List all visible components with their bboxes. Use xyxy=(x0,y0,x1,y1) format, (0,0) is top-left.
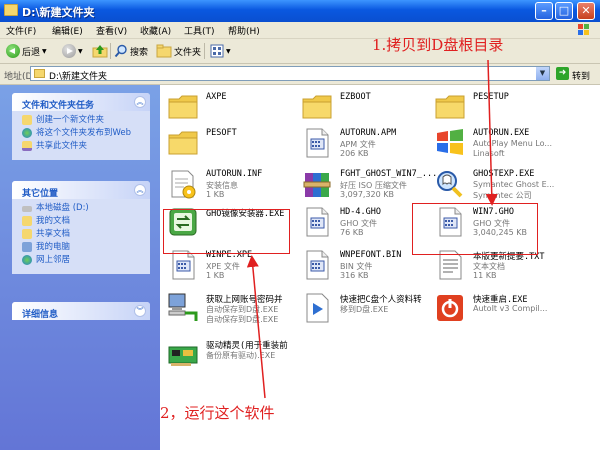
annotation-arrows xyxy=(246,59,498,399)
arrow-to-installer xyxy=(246,255,266,399)
arrow-to-win7-gho xyxy=(485,59,498,206)
